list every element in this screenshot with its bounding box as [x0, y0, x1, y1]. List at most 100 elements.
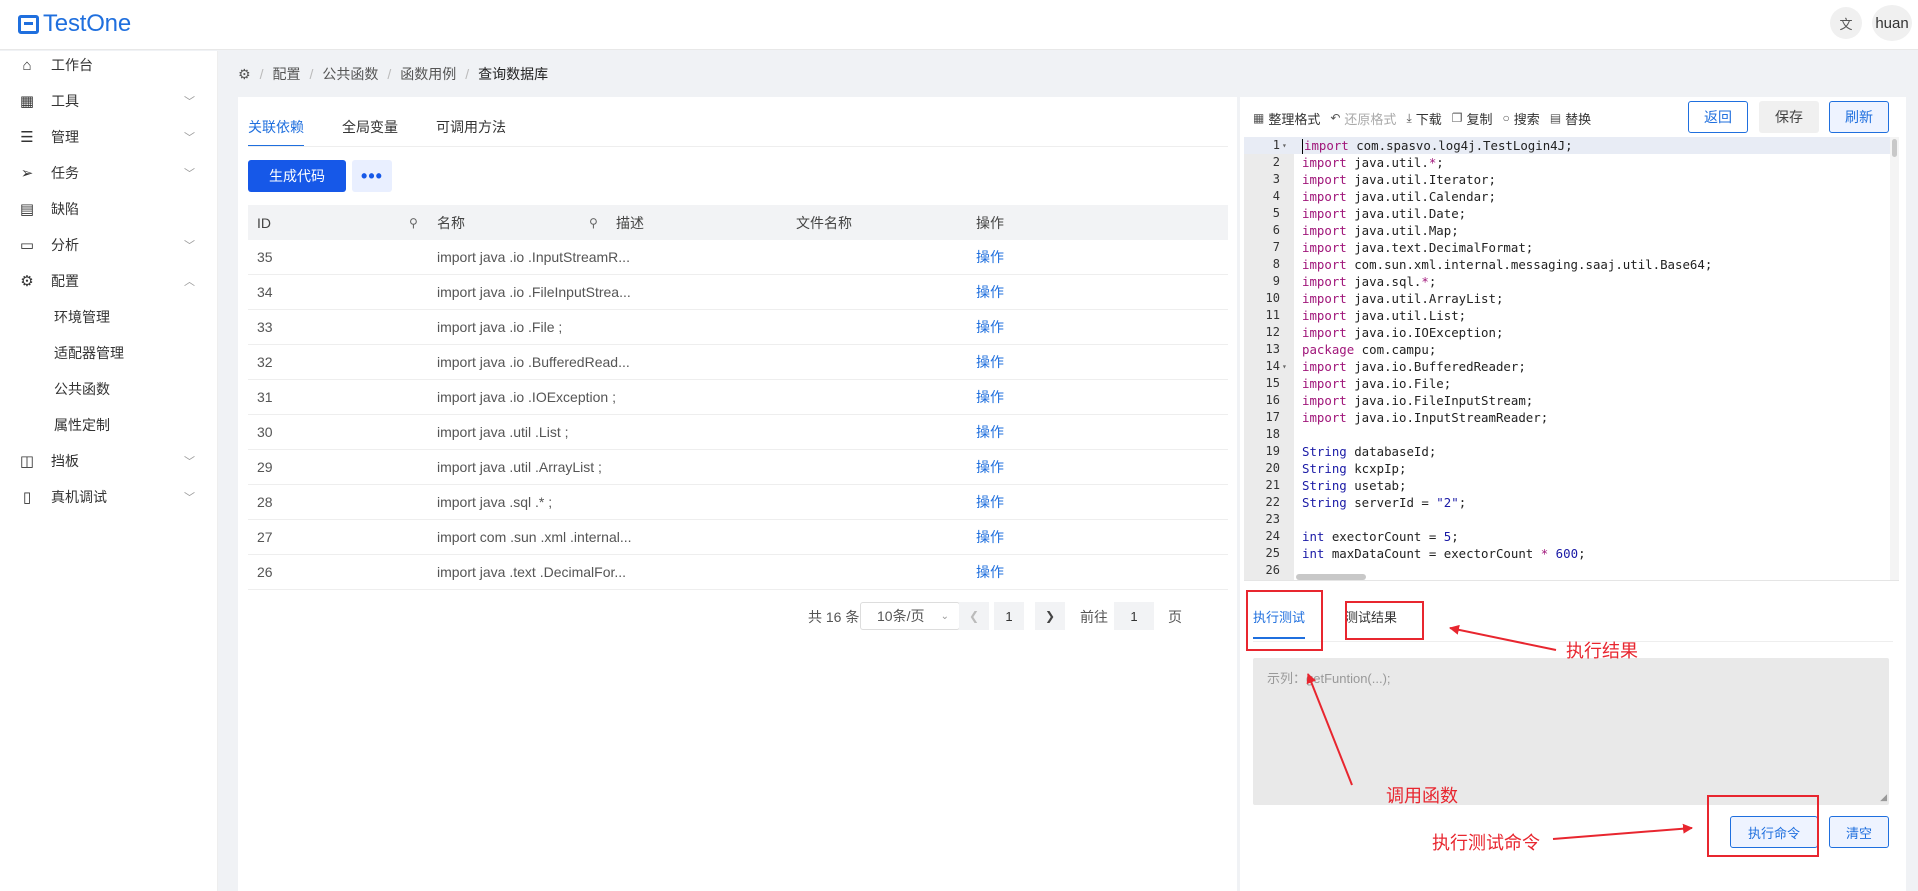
toolbar-item-2[interactable]: ⤓ 下载 [1406, 109, 1441, 128]
breadcrumb-item[interactable]: 公共函数 [322, 64, 378, 84]
settings-icon[interactable]: ⚙ [238, 66, 251, 83]
row-action-link[interactable]: 操作 [976, 387, 1004, 407]
line-number: 24 [1265, 529, 1280, 543]
line-number: 2 [1272, 155, 1280, 169]
table-row: 28 import java .sql .* ; 操作 [248, 485, 1228, 520]
code-line: 7 import java.text.DecimalFormat; [1244, 239, 1890, 256]
goto-page-input[interactable]: 1 [1114, 602, 1154, 630]
more-options-button[interactable]: ••• [352, 160, 392, 192]
row-action-link[interactable]: 操作 [976, 527, 1004, 547]
dependency-table: ID ⚲ 名称 ⚲ 描述 文件名称 操作 35 import java .io .… [248, 205, 1228, 590]
toolbar-item-5[interactable]: ▤ 替换 [1550, 109, 1591, 128]
tab-0[interactable]: 关联依赖 [248, 117, 304, 147]
breadcrumb-item[interactable]: 配置 [272, 64, 300, 84]
dependency-tabs: 关联依赖 全局变量 可调用方法 [248, 117, 544, 147]
save-button[interactable]: 保存 [1759, 101, 1819, 133]
code-line: 26 [1244, 562, 1890, 579]
line-number: 8 [1272, 257, 1280, 271]
code-text: String databaseId; [1302, 444, 1437, 459]
row-action-link[interactable]: 操作 [976, 247, 1004, 267]
line-number: 17 [1265, 410, 1280, 424]
breadcrumb-separator: / [259, 66, 264, 82]
breadcrumb-item[interactable]: 函数用例 [400, 64, 456, 84]
column-description: 描述 [616, 214, 644, 231]
code-line: 3 import java.util.Iterator; [1244, 171, 1890, 188]
row-action-link[interactable]: 操作 [976, 317, 1004, 337]
toolbar-item-1: ↶ 还原格式 [1330, 109, 1396, 128]
row-action-link[interactable]: 操作 [976, 457, 1004, 477]
page-size-select[interactable]: 10条/页 ⌄ [860, 602, 960, 630]
cell-id: 30 [257, 424, 273, 440]
left-panel: 关联依赖 全局变量 可调用方法 生成代码 ••• ID ⚲ 名称 ⚲ 描述 文件名称… [238, 97, 1237, 891]
download-icon: ⤓ [1406, 110, 1412, 125]
row-action-link[interactable]: 操作 [976, 562, 1004, 582]
search-icon[interactable]: ⚲ [409, 216, 418, 230]
fold-icon[interactable]: ▾ [1282, 358, 1287, 375]
generate-code-button[interactable]: 生成代码 [248, 160, 346, 192]
code-line: 9 import java.sql.*; [1244, 273, 1890, 290]
chevron-down-icon: ﹀ [184, 492, 195, 504]
code-text: String usetab; [1302, 478, 1407, 493]
line-number: 21 [1265, 478, 1280, 492]
code-text: import java.util.Date; [1302, 206, 1467, 221]
fold-icon[interactable]: ▾ [1282, 137, 1287, 154]
toolbar-item-0[interactable]: ▦ 整理格式 [1253, 109, 1320, 128]
sidebar-item-label: 真机调试 [51, 489, 107, 505]
page-number[interactable]: 1 [994, 602, 1024, 630]
column-file-name: 文件名称 [796, 214, 852, 231]
sidebar-item-bottom-1[interactable]: ▯ 真机调试 ﹀ [0, 475, 218, 519]
sidebar-item-label: 工具 [51, 93, 79, 109]
annotation-box-execute-button [1707, 795, 1819, 857]
table-row: 33 import java .io .File ; 操作 [248, 310, 1228, 345]
logo[interactable]: TestOne [18, 9, 131, 39]
line-number: 22 [1265, 495, 1280, 509]
list-icon: ☰ [20, 129, 34, 146]
cell-id: 32 [257, 354, 273, 370]
line-number: 26 [1265, 563, 1280, 577]
clear-button[interactable]: 清空 [1829, 816, 1889, 848]
code-text: import java.io.InputStreamReader; [1302, 410, 1549, 425]
next-page-button[interactable]: ❯ [1035, 602, 1065, 630]
line-number: 12 [1265, 325, 1280, 339]
chevron-down-icon: ﹀ [184, 96, 195, 108]
code-text: String kcxpIp; [1302, 461, 1407, 476]
code-text: int maxDataCount = exectorCount * 600; [1302, 546, 1586, 561]
tab-2[interactable]: 可调用方法 [436, 117, 506, 147]
toolbar-item-4[interactable]: ○ 搜索 [1503, 109, 1540, 128]
language-icon[interactable]: 文 [1830, 7, 1862, 39]
code-text: import java.io.FileInputStream; [1302, 393, 1534, 408]
row-action-link[interactable]: 操作 [976, 352, 1004, 372]
toolbar-item-label: 还原格式 [1344, 111, 1397, 127]
scrollbar-thumb[interactable] [1892, 139, 1897, 157]
editor-toolbar: ▦ 整理格式 ↶ 还原格式 ⤓ 下载 ❐ 复制 ○ 搜索 ▤ 替换 [1253, 107, 1601, 129]
user-avatar[interactable]: huan [1872, 5, 1912, 41]
pagination: 共 16 条 10条/页 ⌄ ❮ 1 ❯ 前往 1 页 [798, 602, 1228, 630]
line-number: 25 [1265, 546, 1280, 560]
cell-name: import java .util .ArrayList ; [437, 459, 602, 475]
copy-icon: ❐ [1451, 111, 1463, 125]
search-icon[interactable]: ⚲ [589, 216, 598, 230]
prev-page-button[interactable]: ❮ [959, 602, 989, 630]
row-action-link[interactable]: 操作 [976, 492, 1004, 512]
line-number: 1 [1272, 138, 1280, 152]
refresh-button[interactable]: 刷新 [1829, 101, 1889, 133]
command-input[interactable] [1253, 658, 1889, 805]
row-action-link[interactable]: 操作 [976, 422, 1004, 442]
code-line: 2 import java.util.*; [1244, 154, 1890, 171]
page-size-value: 10条/页 [877, 608, 925, 624]
row-action-link[interactable]: 操作 [976, 282, 1004, 302]
toolbar-item-3[interactable]: ❐ 复制 [1452, 109, 1493, 128]
code-line: 13 package com.campu; [1244, 341, 1890, 358]
code-line: 22 String serverId = "2"; [1244, 494, 1890, 511]
resize-handle-icon[interactable]: ◢ [1880, 792, 1887, 803]
cell-name: import com .sun .xml .internal... [437, 529, 632, 545]
breadcrumb-separator: / [465, 66, 470, 82]
tab-1[interactable]: 全局变量 [342, 117, 398, 147]
back-button[interactable]: 返回 [1688, 101, 1748, 133]
code-text: package com.campu; [1302, 342, 1437, 357]
code-text: import java.util.List; [1302, 308, 1467, 323]
code-editor[interactable]: 1 ▾ import com.spasvo.log4j.TestLogin4J; 2 i… [1244, 137, 1899, 581]
line-number: 23 [1265, 512, 1280, 526]
vertical-scrollbar[interactable] [1890, 137, 1899, 580]
code-text: String serverId = "2"; [1302, 495, 1467, 510]
